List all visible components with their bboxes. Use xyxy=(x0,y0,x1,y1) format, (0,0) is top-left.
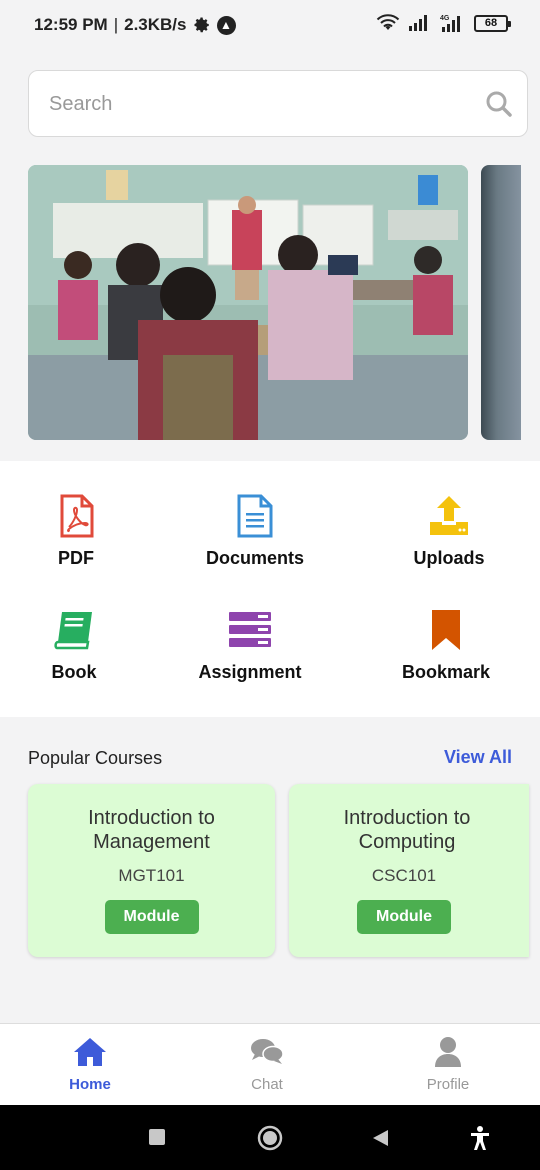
svg-text:4G: 4G xyxy=(440,15,450,22)
course-code: CSC101 xyxy=(371,866,437,885)
banner-image-classroom[interactable] xyxy=(28,165,468,440)
document-icon xyxy=(237,494,273,538)
course-card-csc101[interactable]: Introduction to Computing CSC101 Module xyxy=(289,784,529,957)
home-circle-icon[interactable] xyxy=(257,1125,283,1151)
category-panel: PDF Documents Uploads Book Assignment Bo… xyxy=(0,461,540,717)
popular-courses-title: Popular Courses xyxy=(28,748,163,768)
status-net-speed: 2.3KB/s xyxy=(124,15,187,34)
category-label: Book xyxy=(51,662,97,682)
status-bar: 12:59 PM | 2.3KB/s ▲ 4G 68 xyxy=(0,0,540,50)
status-time: 12:59 PM xyxy=(34,15,108,34)
nav-home[interactable]: Home xyxy=(30,1036,150,1093)
search-input[interactable] xyxy=(49,89,469,119)
course-code: MGT101 xyxy=(118,866,185,885)
nav-profile[interactable]: Profile xyxy=(388,1036,508,1093)
course-title-line1: Introduction to xyxy=(88,807,215,829)
settings-gear-icon xyxy=(194,17,209,33)
course-title-line2: Computing xyxy=(358,831,456,853)
home-icon xyxy=(74,1038,106,1066)
status-left: 12:59 PM | 2.3KB/s ▲ xyxy=(34,15,236,35)
view-all-link[interactable]: View All xyxy=(444,747,512,768)
assignment-icon xyxy=(229,612,271,647)
book-icon xyxy=(54,612,92,650)
category-book[interactable]: Book xyxy=(0,608,149,683)
classroom-illustration xyxy=(28,165,468,440)
battery-icon: 68 xyxy=(474,14,511,32)
nav-profile-label: Profile xyxy=(426,1076,470,1093)
category-pdf[interactable]: PDF xyxy=(1,494,151,569)
recents-icon[interactable] xyxy=(149,1129,165,1145)
signal-4g-icon: 4G xyxy=(440,15,460,32)
category-uploads[interactable]: Uploads xyxy=(374,494,524,569)
course-title-line2: Management xyxy=(93,831,210,853)
category-label: Uploads xyxy=(413,548,485,568)
nav-home-label: Home xyxy=(69,1076,111,1093)
nav-chat[interactable]: Chat xyxy=(207,1036,327,1093)
module-button[interactable]: Module xyxy=(357,900,451,934)
bookmark-icon xyxy=(432,610,460,650)
system-navigation-bar xyxy=(0,1105,540,1170)
accessibility-icon[interactable] xyxy=(469,1125,491,1151)
search-icon[interactable] xyxy=(485,90,513,118)
category-documents[interactable]: Documents xyxy=(180,494,330,569)
category-label: Documents xyxy=(205,548,304,568)
category-assignment[interactable]: Assignment xyxy=(175,608,325,683)
profile-icon xyxy=(435,1037,461,1067)
status-right: 4G 68 xyxy=(376,14,511,32)
back-icon[interactable] xyxy=(371,1128,389,1148)
course-card-mgt101[interactable]: Introduction to Management MGT101 Module xyxy=(28,784,275,957)
category-bookmark[interactable]: Bookmark xyxy=(371,608,521,683)
search-bar[interactable] xyxy=(28,70,528,137)
app-notification-icon: ▲ xyxy=(216,15,236,35)
battery-level: 68 xyxy=(484,17,498,29)
pdf-icon xyxy=(60,494,94,538)
banner-image-next[interactable] xyxy=(481,165,521,440)
chat-icon xyxy=(251,1039,284,1064)
wifi-icon xyxy=(376,14,400,30)
category-label: PDF xyxy=(58,548,94,568)
nav-chat-label: Chat xyxy=(251,1076,283,1093)
signal-icon xyxy=(409,15,427,31)
bottom-navigation: Home Chat Profile xyxy=(0,1023,540,1105)
course-title: Introduction to Computing xyxy=(289,806,529,854)
module-button[interactable]: Module xyxy=(104,900,199,934)
category-label: Bookmark xyxy=(401,662,491,682)
course-title-line1: Introduction to xyxy=(343,807,471,829)
category-label: Assignment xyxy=(198,662,302,682)
status-separator: | xyxy=(113,15,119,34)
course-title: Introduction to Management xyxy=(28,806,275,854)
upload-icon xyxy=(430,496,468,535)
